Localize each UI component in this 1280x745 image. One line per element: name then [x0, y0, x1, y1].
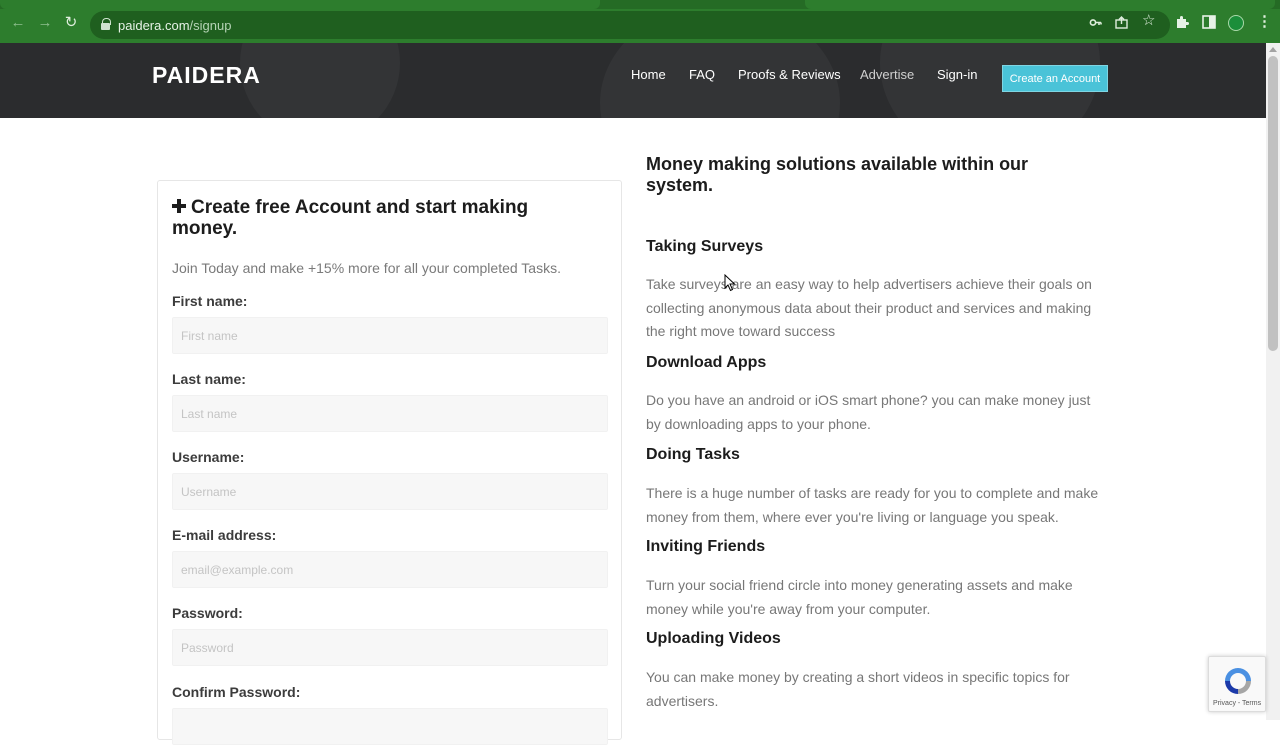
nav-proofs-reviews[interactable]: Proofs & Reviews: [738, 67, 841, 82]
page-scrollbar[interactable]: [1266, 43, 1280, 720]
signup-subtitle: Join Today and make +15% more for all yo…: [172, 260, 561, 276]
section-body-videos: You can make money by creating a short v…: [646, 669, 1070, 709]
key-icon[interactable]: [1089, 16, 1102, 31]
username-label: Username:: [172, 449, 245, 465]
url-text[interactable]: paidera.com/signup: [118, 18, 231, 33]
nav-advertise[interactable]: Advertise: [860, 67, 914, 82]
create-account-button[interactable]: Create an Account: [1002, 65, 1108, 92]
first-name-label: First name:: [172, 293, 248, 309]
profile-icon[interactable]: [1228, 15, 1244, 31]
signup-card: Create free Account and start making mon…: [157, 180, 622, 745]
password-input[interactable]: [172, 629, 608, 666]
tab[interactable]: [805, 0, 1275, 9]
scroll-up-icon[interactable]: [1269, 47, 1277, 52]
recaptcha-terms[interactable]: Privacy - Terms: [1213, 700, 1261, 707]
back-icon[interactable]: ←: [9, 14, 27, 32]
mouse-cursor-icon: [724, 274, 736, 292]
password-label: Password:: [172, 605, 243, 621]
recaptcha-icon: [1225, 668, 1251, 694]
confirm-password-input[interactable]: [172, 708, 608, 745]
nav-faq[interactable]: FAQ: [689, 67, 715, 82]
reload-icon[interactable]: ↻: [62, 14, 80, 32]
email-input[interactable]: [172, 551, 608, 588]
menu-icon[interactable]: ⋮: [1257, 13, 1272, 31]
last-name-input[interactable]: [172, 395, 608, 432]
lock-icon[interactable]: [101, 18, 111, 30]
site-header: PAIDERA Home FAQ Proofs & Reviews Advert…: [0, 43, 1266, 118]
header-decoration: [240, 43, 400, 118]
forward-icon[interactable]: →: [36, 14, 54, 32]
extensions-icon[interactable]: [1174, 14, 1190, 30]
confirm-password-label: Confirm Password:: [172, 684, 301, 700]
tab-strip: [0, 0, 1280, 9]
address-bar[interactable]: paidera.com/signup: [90, 11, 1170, 39]
section-body-tasks: There is a huge number of tasks are read…: [646, 485, 1099, 525]
browser-toolbar: ← → ↻ paidera.com/signup ☆ ⋮: [0, 0, 1280, 43]
site-logo[interactable]: PAIDERA: [152, 62, 261, 89]
recaptcha-badge[interactable]: Privacy - Terms: [1208, 656, 1266, 712]
nav-home[interactable]: Home: [631, 67, 666, 82]
section-title-tasks: Doing Tasks: [646, 446, 740, 463]
username-input[interactable]: [172, 473, 608, 510]
section-body-friends: Turn your social friend circle into mone…: [646, 577, 1073, 617]
section-body-surveys: Take surveys are an easy way to help adv…: [646, 276, 1092, 339]
last-name-label: Last name:: [172, 371, 246, 387]
plus-icon: [172, 197, 187, 218]
signup-title: Create free Account and start making mon…: [172, 197, 529, 239]
star-icon[interactable]: ☆: [1142, 13, 1155, 28]
section-title-videos: Uploading Videos: [646, 630, 781, 647]
share-icon[interactable]: [1115, 16, 1128, 31]
section-title-apps: Download Apps: [646, 354, 767, 371]
section-title-surveys: Taking Surveys: [646, 238, 764, 255]
info-heading: Money making solutions available within …: [646, 154, 1029, 195]
scrollbar-thumb[interactable]: [1268, 56, 1278, 351]
side-panel-icon[interactable]: [1201, 14, 1217, 30]
email-label: E-mail address:: [172, 527, 277, 543]
tab[interactable]: [0, 0, 600, 9]
nav-sign-in[interactable]: Sign-in: [937, 67, 977, 82]
first-name-input[interactable]: [172, 317, 608, 354]
section-title-friends: Inviting Friends: [646, 538, 766, 555]
section-body-apps: Do you have an android or iOS smart phon…: [646, 392, 1091, 432]
